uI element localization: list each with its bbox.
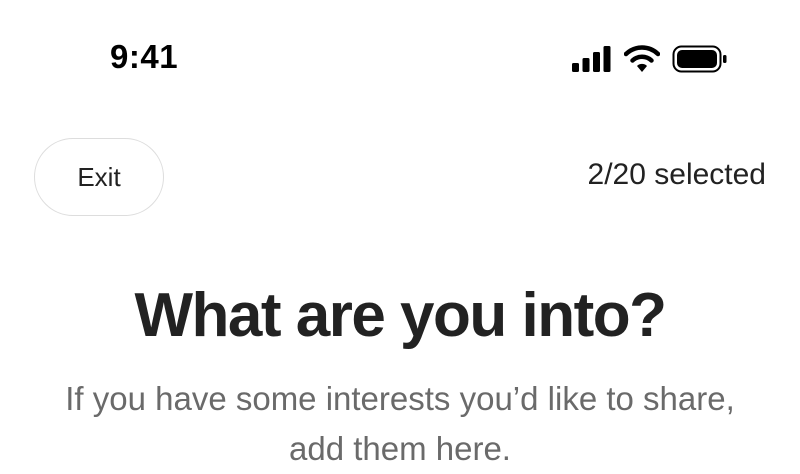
battery-icon — [672, 45, 728, 78]
selection-count: 2/20 selected — [587, 158, 766, 191]
wifi-icon — [623, 45, 661, 78]
status-time: 9:41 — [110, 38, 179, 75]
cellular-signal-icon — [572, 46, 612, 77]
page-title: What are you into? — [134, 281, 668, 350]
status-icons — [572, 45, 728, 78]
exit-button[interactable]: Exit — [34, 138, 164, 216]
status-bar: 9:41 — [0, 0, 800, 110]
page-subtitle: If you have some interests you’d like to… — [65, 380, 735, 467]
